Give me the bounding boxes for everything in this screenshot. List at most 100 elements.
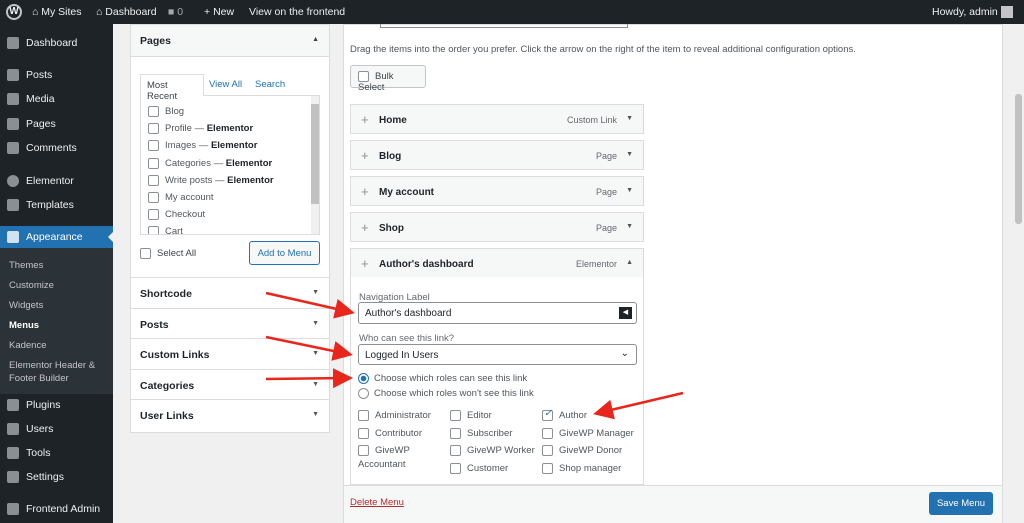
sidebar-item-media[interactable]: Media bbox=[0, 88, 113, 110]
sidebar-item-posts[interactable]: Posts bbox=[0, 64, 113, 86]
submenu-widgets[interactable]: Widgets bbox=[9, 300, 43, 311]
expand-arrow-icon[interactable]: ▼ bbox=[626, 187, 633, 194]
visibility-select[interactable]: Logged In Users ⌄ bbox=[358, 344, 637, 365]
page-option[interactable]: Write posts — Elementor bbox=[148, 174, 274, 192]
expand-arrow-icon[interactable]: ▼ bbox=[626, 115, 633, 122]
expand-arrow-icon[interactable]: ▼ bbox=[626, 223, 633, 230]
expand-arrow-icon[interactable]: ▼ bbox=[312, 381, 319, 388]
checkbox[interactable] bbox=[450, 428, 461, 439]
collapse-arrow-icon[interactable]: ▲ bbox=[312, 36, 319, 43]
checkbox[interactable] bbox=[358, 410, 369, 421]
accordion-user-links[interactable]: User Links ▼ bbox=[131, 399, 329, 429]
menu-item[interactable]: + My account Page ▼ bbox=[350, 176, 644, 206]
role-checkbox[interactable]: Administrator bbox=[358, 410, 431, 421]
sidebar-item-settings[interactable]: Settings bbox=[0, 466, 113, 488]
radio-roles-can-see[interactable]: Choose which roles can see this link bbox=[358, 373, 527, 384]
role-checkbox[interactable]: Contributor bbox=[358, 428, 422, 439]
checkbox[interactable] bbox=[148, 106, 159, 117]
role-checkbox[interactable]: ✓ Author bbox=[542, 408, 587, 421]
checkbox[interactable] bbox=[148, 157, 159, 169]
page-option[interactable]: Checkout bbox=[148, 209, 274, 226]
submenu-menus[interactable]: Menus bbox=[9, 320, 39, 331]
checkbox[interactable] bbox=[450, 410, 461, 421]
page-scrollbar-thumb[interactable] bbox=[1015, 94, 1022, 224]
accordion-custom-links[interactable]: Custom Links ▼ bbox=[131, 338, 329, 368]
sidebar-item-tools[interactable]: Tools bbox=[0, 442, 113, 464]
checkbox[interactable] bbox=[358, 71, 369, 82]
select-all-checkbox[interactable]: Select All bbox=[140, 248, 196, 259]
page-scrollbar[interactable] bbox=[1013, 24, 1024, 523]
submenu-themes[interactable]: Themes bbox=[9, 260, 43, 271]
page-option[interactable]: Cart bbox=[148, 226, 274, 234]
checkbox[interactable] bbox=[148, 123, 159, 135]
tab-most-recent[interactable]: Most Recent bbox=[140, 74, 204, 102]
add-to-menu-button[interactable]: Add to Menu bbox=[249, 241, 320, 265]
save-menu-button[interactable]: Save Menu bbox=[929, 492, 993, 515]
checkbox[interactable] bbox=[542, 445, 553, 456]
pages-box-header[interactable]: Pages ▲ bbox=[131, 25, 329, 57]
page-option[interactable]: Categories — Elementor bbox=[148, 157, 274, 175]
sidebar-item-frontend-admin[interactable]: Frontend Admin bbox=[0, 498, 113, 520]
scrollbar[interactable] bbox=[311, 96, 319, 234]
sidebar-item-pages[interactable]: Pages bbox=[0, 113, 113, 135]
role-checkbox[interactable]: Customer bbox=[450, 463, 508, 474]
menu-item[interactable]: + Shop Page ▼ bbox=[350, 212, 644, 242]
role-checkbox[interactable]: GiveWP Worker bbox=[450, 445, 535, 456]
tab-view-all[interactable]: View All bbox=[209, 79, 242, 90]
checkbox[interactable] bbox=[542, 463, 553, 474]
submenu-elementor-header-footer[interactable]: Elementor Header & bbox=[9, 360, 95, 371]
checkbox[interactable] bbox=[358, 445, 369, 456]
view-frontend-link[interactable]: View on the frontend bbox=[249, 6, 345, 18]
sidebar-item-elementor[interactable]: Elementor bbox=[0, 170, 113, 192]
role-checkbox[interactable]: Subscriber bbox=[450, 428, 512, 439]
comments-link[interactable]: ■ 0 bbox=[168, 6, 183, 18]
submenu-customize[interactable]: Customize bbox=[9, 280, 54, 291]
sidebar-item-plugins[interactable]: Plugins bbox=[0, 394, 113, 416]
role-checkbox[interactable]: GiveWP Accountant bbox=[358, 445, 410, 470]
checkbox[interactable] bbox=[148, 226, 159, 234]
page-option[interactable]: My account bbox=[148, 191, 274, 209]
checkbox[interactable] bbox=[148, 174, 159, 186]
expand-arrow-icon[interactable]: ▼ bbox=[626, 151, 633, 158]
checkbox[interactable] bbox=[148, 209, 159, 221]
checkbox[interactable] bbox=[148, 140, 159, 152]
expand-arrow-icon[interactable]: ▼ bbox=[312, 320, 319, 327]
navigation-label-input[interactable]: Author's dashboard ◀ bbox=[358, 302, 637, 324]
checkbox-checked[interactable]: ✓ bbox=[542, 408, 553, 421]
sidebar-item-dashboard[interactable]: Dashboard bbox=[0, 32, 113, 54]
checkbox[interactable] bbox=[358, 428, 369, 439]
accordion-categories[interactable]: Categories ▼ bbox=[131, 368, 329, 399]
howdy-account[interactable]: Howdy, admin bbox=[932, 6, 1013, 19]
checkbox[interactable] bbox=[148, 191, 159, 203]
menu-item[interactable]: + Blog Page ▼ bbox=[350, 140, 644, 170]
checkbox[interactable] bbox=[450, 445, 461, 456]
radio-unchecked[interactable] bbox=[358, 388, 369, 399]
submenu-elementor-header-footer-line2[interactable]: Footer Builder bbox=[9, 373, 69, 384]
tab-search[interactable]: Search bbox=[255, 79, 285, 90]
page-option[interactable]: Blog bbox=[148, 106, 274, 123]
radio-roles-cant-see[interactable]: Choose which roles won't see this link bbox=[358, 388, 534, 399]
role-checkbox[interactable]: GiveWP Donor bbox=[542, 445, 622, 456]
checkbox[interactable] bbox=[450, 463, 461, 474]
role-checkbox[interactable]: Shop manager bbox=[542, 463, 621, 474]
radio-checked[interactable] bbox=[358, 373, 369, 384]
page-option[interactable]: Profile — Elementor bbox=[148, 123, 274, 140]
expand-arrow-icon[interactable]: ▼ bbox=[312, 350, 319, 357]
role-checkbox[interactable]: Editor bbox=[450, 410, 492, 421]
bulk-select-button[interactable]: Bulk Select bbox=[350, 65, 426, 93]
play-left-icon[interactable]: ◀ bbox=[619, 307, 632, 319]
checkbox[interactable] bbox=[542, 428, 553, 439]
expand-arrow-icon[interactable]: ▼ bbox=[312, 289, 319, 296]
my-sites-link[interactable]: ⌂ My Sites bbox=[32, 6, 82, 18]
page-option[interactable]: Images — Elementor bbox=[148, 140, 274, 157]
delete-menu-link[interactable]: Delete Menu bbox=[350, 497, 404, 508]
sidebar-item-users[interactable]: Users bbox=[0, 418, 113, 440]
role-checkbox[interactable]: GiveWP Manager bbox=[542, 428, 634, 439]
sidebar-item-comments[interactable]: Comments bbox=[0, 137, 113, 159]
scrollbar-thumb[interactable] bbox=[311, 104, 319, 204]
submenu-kadence[interactable]: Kadence bbox=[9, 340, 47, 351]
sidebar-item-templates[interactable]: Templates bbox=[0, 194, 113, 216]
menu-name-input[interactable] bbox=[380, 24, 628, 28]
wordpress-logo-icon[interactable]: W bbox=[6, 4, 22, 20]
accordion-posts[interactable]: Posts ▼ bbox=[131, 307, 329, 338]
